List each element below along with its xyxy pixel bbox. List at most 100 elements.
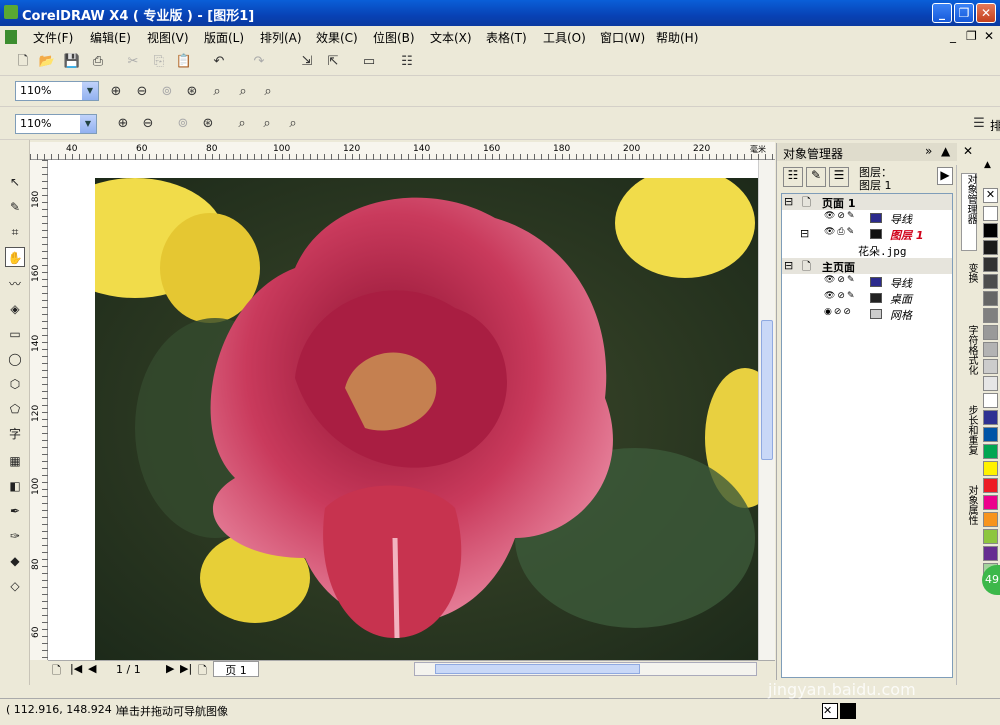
zoom-all-icon[interactable]: ⊛ — [183, 83, 201, 101]
zoom-height-icon[interactable]: ⌕ — [259, 83, 277, 101]
layer-state-icons[interactable]: 👁⎙✎ — [824, 227, 856, 237]
table-tool-icon[interactable]: ▦ — [5, 451, 25, 471]
prev-page-icon[interactable]: ◀ — [88, 662, 96, 675]
page-tab[interactable]: 页 1 — [213, 661, 259, 677]
menu-window[interactable]: 窗口(W) — [600, 29, 645, 46]
page-icon[interactable]: 🗋 — [52, 662, 61, 681]
menu-tools[interactable]: 工具(O) — [543, 29, 586, 46]
menu-text[interactable]: 文本(X) — [430, 29, 472, 46]
show-properties-icon[interactable]: ☷ — [783, 167, 803, 187]
color-swatch[interactable] — [983, 291, 998, 306]
export-icon[interactable]: ⇱ — [324, 53, 342, 71]
color-swatch[interactable] — [983, 461, 998, 476]
doc-minimize-icon[interactable]: _ — [950, 29, 956, 43]
layer-state-icons[interactable]: 👁⊘✎ — [824, 275, 857, 285]
tab-transform[interactable]: 变换 — [961, 263, 977, 313]
color-swatch[interactable] — [983, 359, 998, 374]
smart-fill-icon[interactable]: ◈ — [5, 299, 25, 319]
color-swatch[interactable] — [983, 495, 998, 510]
menu-edit[interactable]: 编辑(E) — [90, 29, 131, 46]
save-icon[interactable]: 💾 — [63, 53, 81, 71]
undo-icon[interactable]: ↶ — [210, 53, 228, 71]
color-swatch[interactable] — [983, 393, 998, 408]
collapse-icon[interactable]: ▲ — [941, 144, 950, 158]
zoom-width-icon[interactable]: ⌕ — [234, 83, 252, 101]
hscroll-thumb[interactable] — [435, 664, 640, 674]
ellipse-tool-icon[interactable]: ◯ — [5, 349, 25, 369]
chevron-down-icon[interactable]: ▼ — [82, 82, 98, 100]
layer-state-icons[interactable]: 👁⊘✎ — [824, 291, 857, 301]
tree-row[interactable]: ⊟ 🗋 页面 1 — [782, 194, 952, 210]
menu-arrange[interactable]: 排列(A) — [260, 29, 302, 46]
edit-across-layers-icon[interactable]: ✎ — [806, 167, 826, 187]
rectangle-tool-icon[interactable]: ▭ — [5, 324, 25, 344]
color-swatch[interactable] — [983, 427, 998, 442]
menu-help[interactable]: 帮助(H) — [656, 29, 698, 46]
color-swatch[interactable] — [983, 308, 998, 323]
last-page-icon[interactable]: ▶| — [180, 662, 192, 675]
zoom-out-icon[interactable]: ⊖ — [139, 115, 157, 133]
tree-row[interactable]: ◉⊘⊘ 网格 — [782, 306, 952, 322]
menu-view[interactable]: 视图(V) — [147, 29, 189, 46]
doc-close-icon[interactable]: ✕ — [984, 29, 994, 43]
layer-manager-view-icon[interactable]: ☰ — [829, 167, 849, 187]
docker-menu-arrow-icon[interactable]: ▶ — [937, 167, 953, 185]
close-button[interactable]: ✕ — [976, 3, 996, 23]
expand-node-icon[interactable]: ⊟ — [800, 227, 809, 240]
shape-tool-icon[interactable]: ✎ — [5, 197, 25, 217]
open-icon[interactable]: 📂 — [38, 53, 56, 71]
close-docker-icon[interactable]: ✕ — [963, 144, 973, 158]
cut-icon[interactable]: ✂ — [124, 53, 142, 71]
import-icon[interactable]: ⇲ — [298, 53, 316, 71]
application-launcher-icon[interactable]: ▭ — [360, 53, 378, 71]
expand-node-icon[interactable]: ⊟ — [784, 259, 793, 272]
maximize-button[interactable]: ❐ — [954, 3, 974, 23]
color-swatch[interactable] — [983, 274, 998, 289]
color-swatch[interactable] — [983, 529, 998, 544]
zoom-select-property[interactable]: 110% ▼ — [15, 114, 97, 134]
doc-restore-icon[interactable]: ❐ — [966, 29, 977, 43]
menu-bitmaps[interactable]: 位图(B) — [373, 29, 415, 46]
color-swatch[interactable] — [983, 410, 998, 425]
palette-scroll-up-icon[interactable]: ▲ — [984, 160, 991, 170]
pan-tool-icon[interactable]: ✋ — [5, 247, 25, 267]
fill-tool-icon[interactable]: ◆ — [5, 551, 25, 571]
tab-object-properties[interactable]: 对象属性 — [961, 485, 977, 545]
tree-row[interactable]: 👁⊘✎ 导线 — [782, 210, 952, 226]
zoom-height-icon[interactable]: ⌕ — [284, 115, 302, 133]
layer-state-icons[interactable]: 👁⊘✎ — [824, 211, 857, 221]
new-icon[interactable]: 🗋 — [14, 53, 32, 71]
vertical-ruler[interactable]: 180 160 140 120 100 80 60 — [30, 160, 48, 660]
eyedropper-icon[interactable]: ✒ — [5, 501, 25, 521]
color-swatch[interactable] — [983, 342, 998, 357]
tree-row[interactable]: 👁⊘✎ 桌面 — [782, 290, 952, 306]
menu-layout[interactable]: 版面(L) — [204, 29, 244, 46]
tab-character-format[interactable]: 字符格式化 — [961, 325, 977, 395]
zoom-page-icon[interactable]: ⌕ — [208, 83, 226, 101]
pick-tool-icon[interactable]: ↖ — [5, 172, 25, 192]
color-swatch[interactable] — [983, 444, 998, 459]
menu-effects[interactable]: 效果(C) — [316, 29, 358, 46]
zoom-all-icon[interactable]: ⊛ — [199, 115, 217, 133]
color-swatch[interactable] — [983, 257, 998, 272]
copy-icon[interactable]: ⎘ — [150, 53, 168, 71]
scroll-thumb[interactable] — [761, 320, 773, 460]
zoom-selected-icon[interactable]: ⊚ — [174, 115, 192, 133]
basic-shapes-icon[interactable]: ⬠ — [5, 399, 25, 419]
minimize-button[interactable]: _ — [932, 3, 952, 23]
tree-row[interactable]: ⊟ 👁⎙✎ 图层 1 — [782, 226, 952, 242]
zoom-in-icon[interactable]: ⊕ — [114, 115, 132, 133]
chevron-down-icon[interactable]: ▼ — [80, 115, 96, 133]
polygon-tool-icon[interactable]: ⬡ — [5, 374, 25, 394]
outline-tool-icon[interactable]: ✑ — [5, 526, 25, 546]
tab-step-repeat[interactable]: 步长和重复 — [961, 405, 977, 475]
vertical-scrollbar[interactable] — [758, 160, 775, 660]
color-swatch[interactable] — [983, 206, 998, 221]
color-swatch[interactable] — [983, 223, 998, 238]
paste-icon[interactable]: 📋 — [175, 53, 193, 71]
tree-row[interactable]: 👁⊘✎ 导线 — [782, 274, 952, 290]
print-icon[interactable]: ⎙ — [89, 53, 107, 71]
zoom-width-icon[interactable]: ⌕ — [258, 115, 276, 133]
expand-node-icon[interactable]: ⊟ — [784, 195, 793, 208]
tab-object-manager[interactable]: 对象管理器 — [961, 173, 977, 251]
